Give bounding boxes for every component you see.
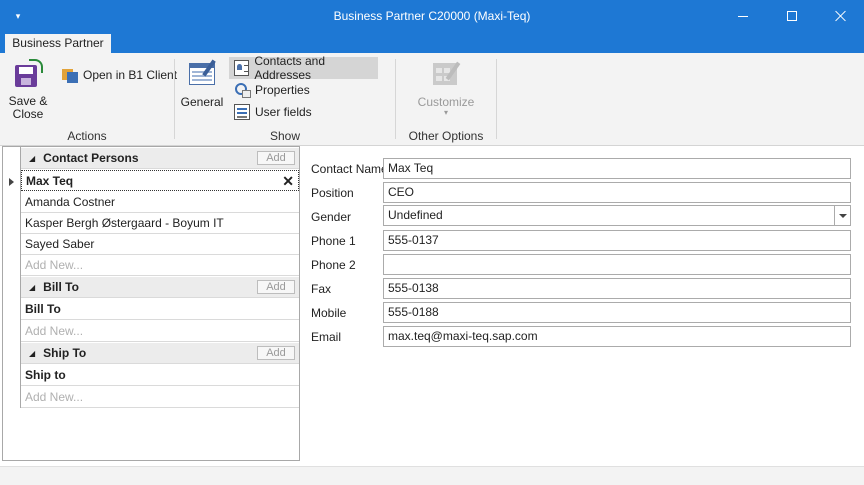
customize-icon [431, 59, 461, 87]
collapse-icon[interactable]: ◢ [29, 278, 35, 297]
close-icon [835, 10, 847, 22]
status-bar [0, 466, 864, 485]
add-contact-button[interactable]: Add [257, 151, 295, 165]
open-in-b1-label: Open in B1 Client [83, 68, 178, 82]
save-icon [13, 59, 43, 89]
group-divider [496, 59, 497, 139]
group-header: Bill To [43, 280, 79, 294]
group-contact-persons[interactable]: ◢ Contact Persons Add [21, 148, 299, 169]
group-bill-to[interactable]: ◢ Bill To Add [21, 277, 299, 298]
gender-value: Undefined [388, 208, 443, 222]
minimize-icon [738, 15, 748, 17]
general-icon [187, 59, 217, 87]
position-input[interactable]: CEO [383, 182, 851, 203]
user-fields-icon [234, 104, 250, 120]
list-item[interactable]: Amanda Costner [21, 192, 299, 213]
add-new-row[interactable]: Add New... [21, 255, 299, 276]
group-divider [174, 59, 175, 139]
row-indicator-column [3, 147, 21, 408]
collapse-icon[interactable]: ◢ [29, 149, 35, 168]
minimize-button[interactable] [720, 0, 766, 32]
add-new-row[interactable]: Add New... [21, 321, 299, 342]
add-ship-to-button[interactable]: Add [257, 346, 295, 360]
tab-business-partner[interactable]: Business Partner [5, 34, 111, 53]
group-header: Ship To [43, 346, 87, 360]
list-item-label: Ship to [25, 368, 66, 382]
list-item[interactable]: Bill To [21, 299, 299, 320]
list-item-label: Amanda Costner [25, 195, 116, 209]
contacts-tree: ◢ Contact Persons Add Max Teq ✕ Amanda Co… [2, 146, 300, 461]
group-ship-to[interactable]: ◢ Ship To Add [21, 343, 299, 364]
list-item[interactable]: Ship to [21, 365, 299, 386]
properties-icon [234, 82, 251, 98]
gender-label: Gender [311, 210, 352, 224]
list-item-label: Bill To [25, 302, 61, 316]
properties-button[interactable]: Properties [229, 79, 310, 101]
contacts-addresses-label: Contacts and Addresses [254, 54, 326, 82]
gender-select[interactable]: Undefined [383, 205, 851, 226]
group-label-other: Other Options [408, 129, 484, 143]
position-label: Position [311, 186, 354, 200]
fax-input[interactable]: 555-0138 [383, 278, 851, 299]
mobile-input[interactable]: 555-0188 [383, 302, 851, 323]
phone1-label: Phone 1 [311, 234, 356, 248]
add-new-row[interactable]: Add New... [21, 387, 299, 408]
maximize-button[interactable] [769, 0, 815, 32]
email-input[interactable]: max.teq@maxi-teq.sap.com [383, 326, 851, 347]
contacts-addresses-button[interactable]: Contacts and Addresses [229, 54, 378, 82]
collapse-icon[interactable]: ◢ [29, 344, 35, 363]
user-fields-label: User fields [255, 105, 312, 119]
contact-name-label: Contact Name [311, 162, 388, 176]
group-label-actions: Actions [67, 129, 107, 143]
delete-icon[interactable]: ✕ [282, 171, 294, 190]
list-item[interactable]: Sayed Saber [21, 234, 299, 255]
list-item-label: Kasper Bergh Østergaard - Boyum IT [25, 216, 224, 230]
general-button[interactable]: General [180, 59, 224, 109]
group-label-show: Show [269, 129, 301, 143]
group-header: Contact Persons [43, 151, 139, 165]
email-label: Email [311, 330, 342, 344]
contact-card-icon [234, 60, 250, 76]
save-close-label: Save & Close [8, 94, 48, 121]
general-label: General [180, 95, 224, 109]
ribbon: Save & Close Open in B1 Client Actions G… [0, 53, 864, 146]
properties-label: Properties [255, 83, 310, 97]
list-item[interactable]: Kasper Bergh Østergaard - Boyum IT [21, 213, 299, 234]
group-divider [395, 59, 396, 139]
current-row-icon [9, 178, 14, 186]
ribbon-tab-strip: Business Partner [0, 32, 864, 53]
add-bill-to-button[interactable]: Add [257, 280, 295, 294]
b1-client-icon [62, 67, 78, 83]
phone2-label: Phone 2 [311, 258, 356, 272]
phone1-input[interactable]: 555-0137 [383, 230, 851, 251]
customize-dropdown-icon: ▾ [443, 108, 448, 117]
maximize-icon [787, 11, 797, 21]
user-fields-button[interactable]: User fields [229, 101, 312, 123]
save-close-button[interactable]: Save & Close [6, 59, 50, 121]
open-in-b1-button[interactable]: Open in B1 Client [58, 64, 181, 86]
customize-button[interactable]: Customize ▾ [416, 59, 476, 117]
close-button[interactable] [818, 0, 864, 32]
title-bar: ▾ Business Partner C20000 (Maxi-Teq) [0, 0, 864, 32]
mobile-label: Mobile [311, 306, 347, 320]
list-item-label: Sayed Saber [25, 237, 95, 251]
contact-name-input[interactable]: Max Teq [383, 158, 851, 179]
list-item[interactable]: Max Teq ✕ [21, 170, 299, 191]
phone2-input[interactable] [383, 254, 851, 275]
fax-label: Fax [311, 282, 332, 296]
chevron-down-icon[interactable] [834, 206, 850, 225]
list-item-label: Max Teq [26, 174, 74, 188]
